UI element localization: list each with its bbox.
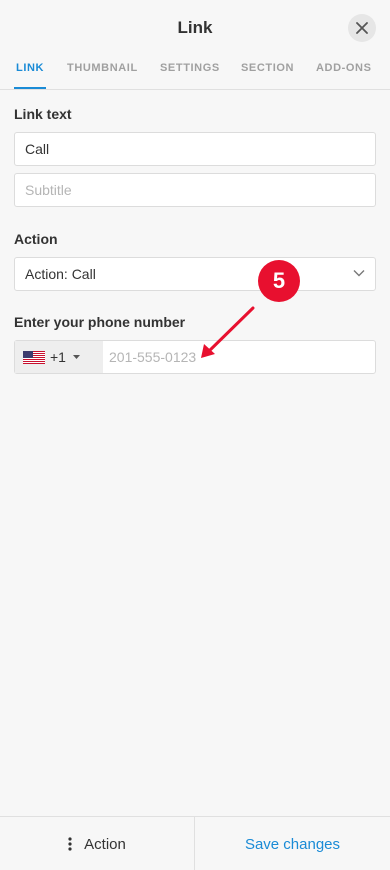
- action-label: Action: [14, 231, 58, 247]
- action-menu-button[interactable]: Action: [0, 817, 194, 870]
- phone-number-input[interactable]: 201-555-0123: [109, 349, 196, 365]
- action-select-value: Action: Call: [25, 266, 96, 282]
- subtitle-input[interactable]: Subtitle: [14, 173, 376, 207]
- tab-settings[interactable]: SETTINGS: [160, 62, 220, 74]
- close-button[interactable]: [348, 14, 376, 42]
- page-title: Link: [177, 18, 213, 37]
- annotation-arrow-icon: [201, 306, 255, 358]
- tab-thumbnail[interactable]: THUMBNAIL: [67, 62, 138, 74]
- action-button-label: Action: [84, 835, 126, 853]
- tab-link[interactable]: LINK: [16, 62, 44, 74]
- phone-label: Enter your phone number: [14, 314, 186, 330]
- link-text-value: Call: [25, 141, 50, 157]
- dial-code: +1: [50, 349, 66, 365]
- subtitle-placeholder: Subtitle: [25, 182, 72, 198]
- header: Link: [0, 0, 390, 56]
- link-text-label: Link text: [14, 106, 72, 122]
- caret-down-icon: [72, 355, 80, 359]
- link-text-input[interactable]: Call: [14, 132, 376, 166]
- tab-bar: LINK THUMBNAIL SETTINGS SECTION ADD-ONS: [0, 56, 390, 90]
- more-vertical-icon: [68, 837, 72, 851]
- chevron-down-icon: [353, 270, 365, 277]
- save-changes-button[interactable]: Save changes: [195, 817, 390, 870]
- tab-section[interactable]: SECTION: [241, 62, 294, 74]
- active-tab-indicator: [14, 87, 46, 89]
- close-icon: [356, 22, 368, 34]
- us-flag-icon: [23, 350, 45, 364]
- country-code-selector[interactable]: +1: [15, 341, 103, 373]
- tab-add-ons[interactable]: ADD-ONS: [316, 62, 372, 74]
- step-number-badge: 5: [258, 260, 300, 302]
- action-select[interactable]: Action: Call: [14, 257, 376, 291]
- footer-bar: Action Save changes: [0, 816, 390, 870]
